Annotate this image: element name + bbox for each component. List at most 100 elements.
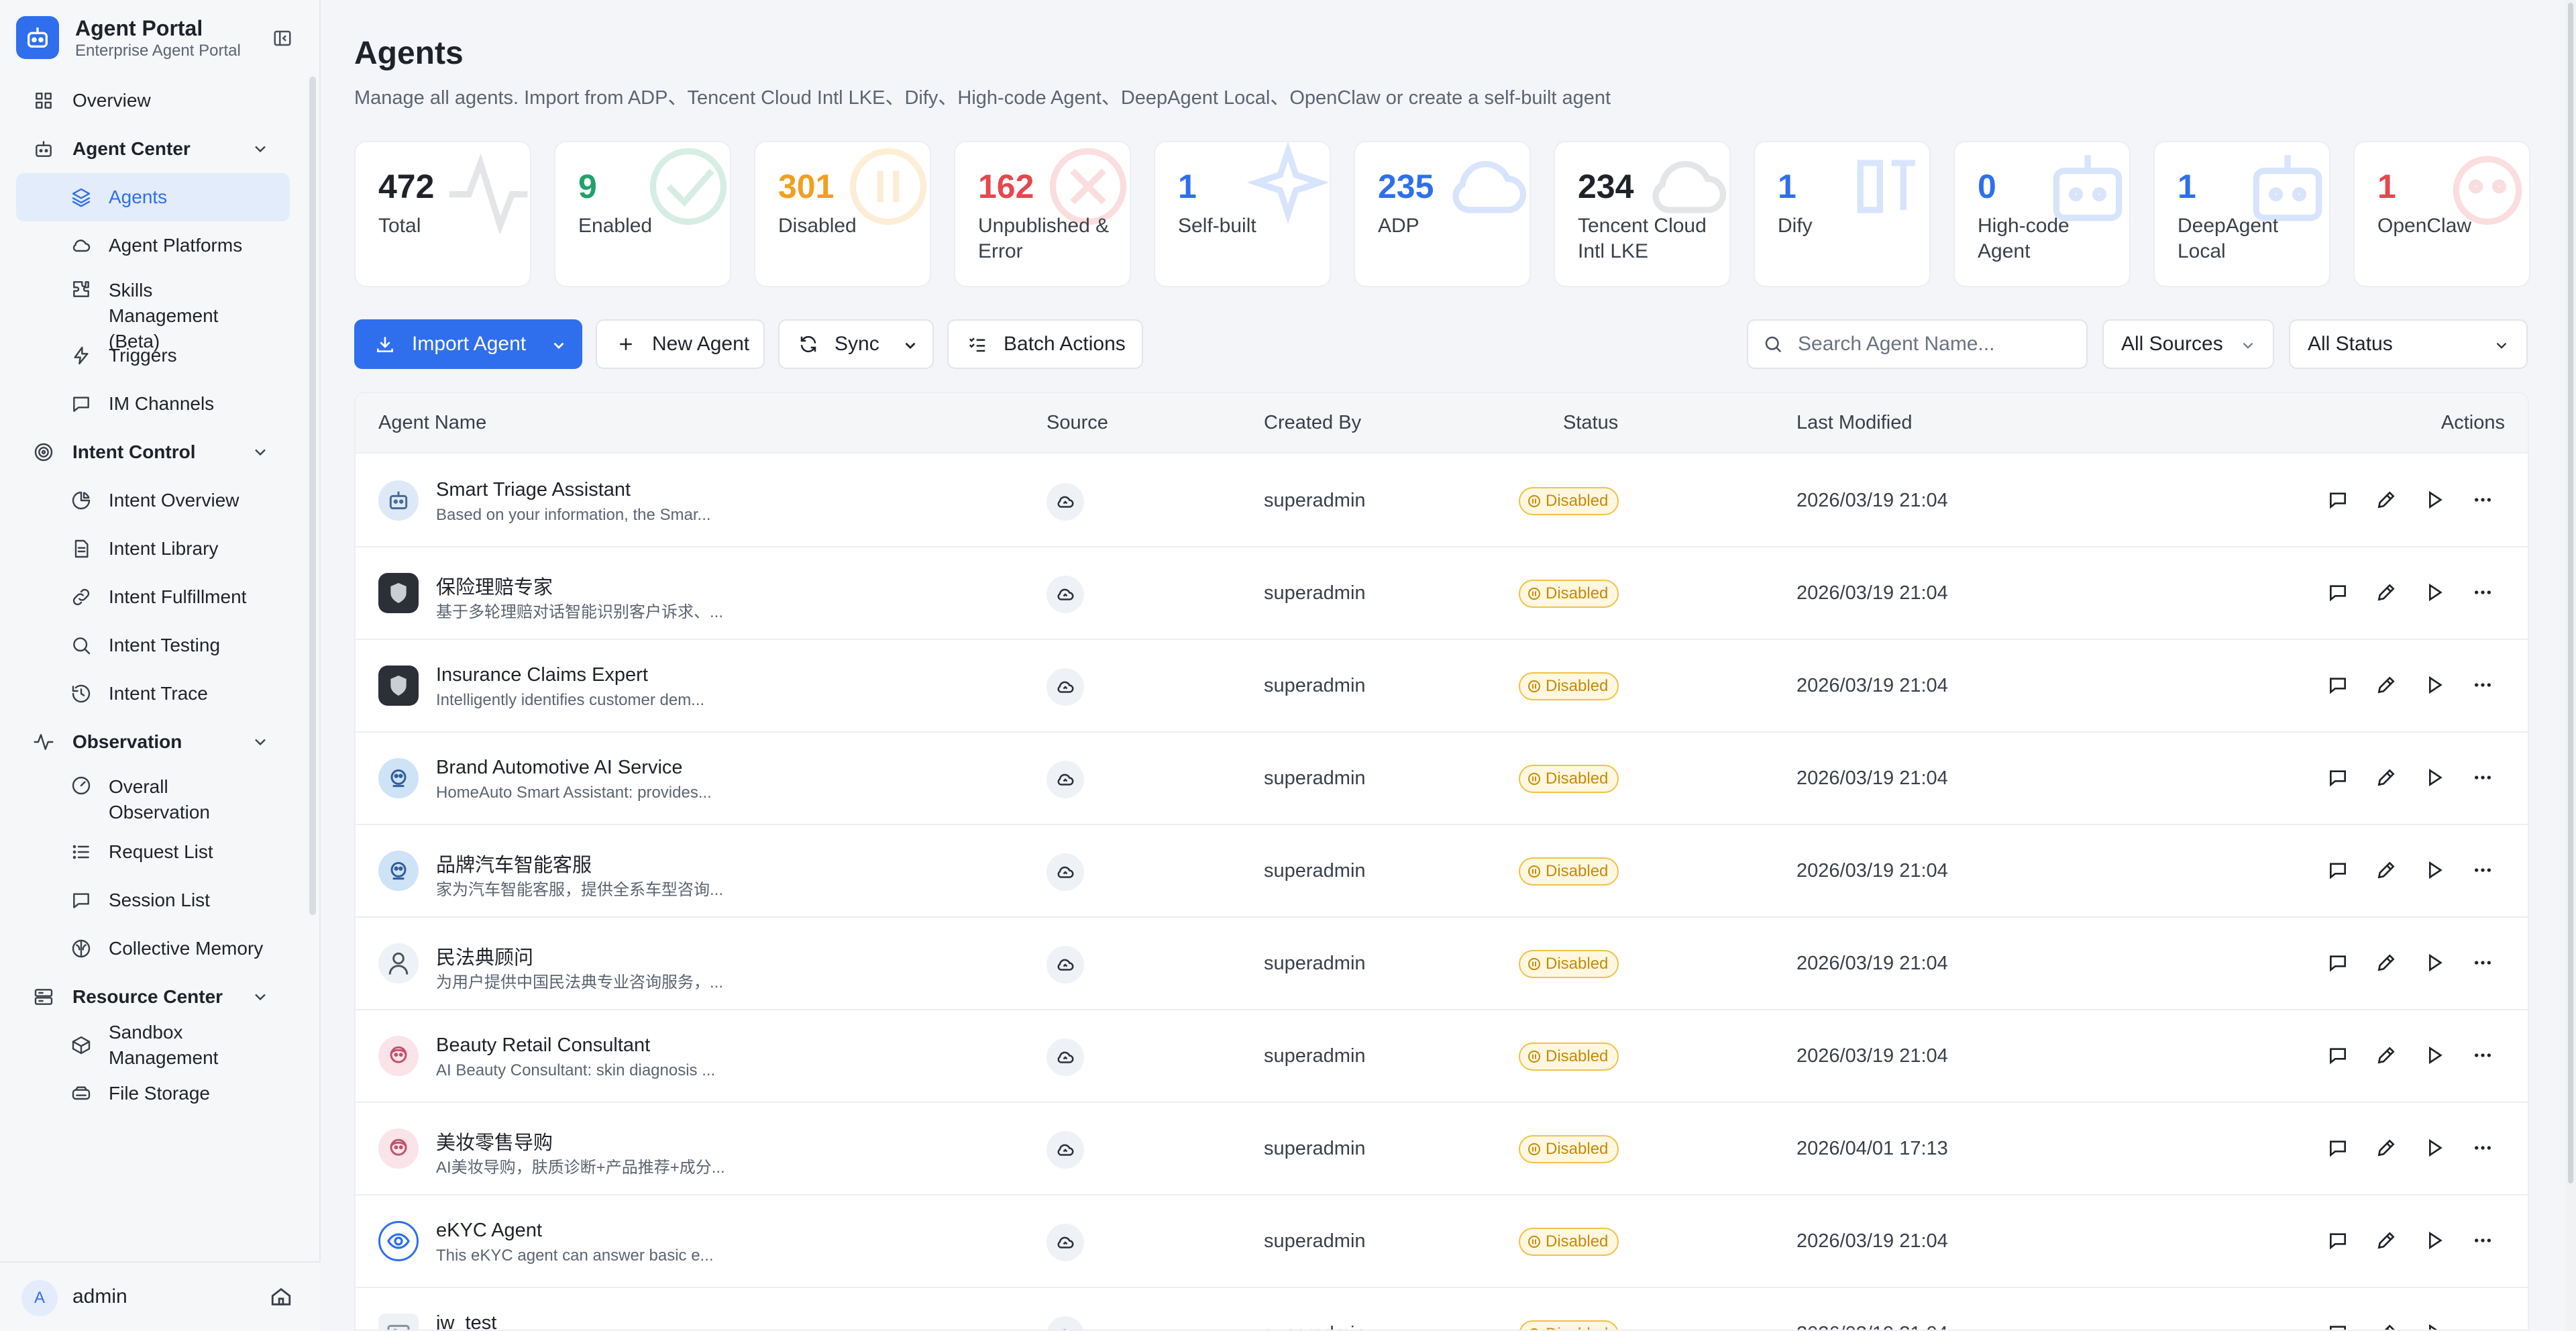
agent-name[interactable]: Brand Automotive AI Service [436,757,683,779]
sidebar-item-intent-trace[interactable]: Intent Trace [16,670,290,718]
chevron-down-icon[interactable] [251,140,270,163]
sidebar-item-collective-memory[interactable]: Collective Memory [16,924,290,973]
sidebar-item-im-channels[interactable]: IM Channels [16,380,290,428]
more-icon[interactable] [2471,1322,2494,1330]
column-header-source[interactable]: Source [1046,412,1108,434]
edit-icon[interactable] [2375,1136,2398,1159]
chat-icon[interactable] [2326,1044,2349,1067]
chat-icon[interactable] [2326,1136,2349,1159]
play-icon[interactable] [2423,1229,2446,1252]
sidebar-item-intent-overview[interactable]: Intent Overview [16,476,290,525]
more-icon[interactable] [2471,581,2494,604]
stat-card-dify[interactable]: 1 Dify [1754,141,1931,287]
table-row[interactable]: jw_test superadmin Disabled 2026/03/19 21:0… [356,1288,2528,1330]
more-icon[interactable] [2471,951,2494,974]
edit-icon[interactable] [2375,859,2398,882]
chat-icon[interactable] [2326,1322,2349,1330]
column-header-created-by[interactable]: Created By [1264,412,1361,434]
import-agent-button[interactable]: Import Agent [354,319,582,369]
table-row[interactable]: 美妆零售导购 AI美妆导购，肤质诊断+产品推荐+成分... superadmin Di… [356,1103,2528,1195]
sidebar-scrollbar[interactable] [309,76,316,915]
sidebar-item-request-list[interactable]: Request List [16,828,290,876]
chat-icon[interactable] [2326,488,2349,511]
table-row[interactable]: Insurance Claims Expert Intelligently ide… [356,640,2528,733]
play-icon[interactable] [2423,766,2446,789]
column-header-status[interactable]: Status [1563,412,1618,434]
column-header-last-modified[interactable]: Last Modified [1796,412,1913,434]
edit-icon[interactable] [2375,951,2398,974]
avatar[interactable]: A [21,1280,58,1316]
more-icon[interactable] [2471,766,2494,789]
sync-button[interactable]: Sync [778,319,934,369]
chevron-down-icon[interactable] [251,443,270,466]
play-icon[interactable] [2423,674,2446,696]
edit-icon[interactable] [2375,674,2398,696]
chevron-down-icon[interactable] [550,337,568,360]
edit-icon[interactable] [2375,488,2398,511]
sidebar-item-session-list[interactable]: Session List [16,876,290,924]
sidebar-item-agents[interactable]: Agents [16,173,290,221]
sidebar-item-agent-center[interactable]: Agent Center [16,125,290,173]
brand[interactable]: Agent Portal Enterprise Agent Portal [16,15,241,60]
agent-name[interactable]: jw_test [436,1312,496,1330]
table-row[interactable]: Brand Automotive AI Service HomeAuto Smar… [356,733,2528,825]
agent-name[interactable]: Insurance Claims Expert [436,664,648,686]
new-agent-button[interactable]: New Agent [596,319,765,369]
table-row[interactable]: eKYC Agent This eKYC agent can answer bas… [356,1195,2528,1288]
batch-actions-button[interactable]: Batch Actions [947,319,1143,369]
search-box[interactable] [1747,319,2088,369]
stat-card-self-built[interactable]: 1 Self-built [1154,141,1331,287]
collapse-sidebar-icon[interactable] [271,27,294,50]
stat-card-unpublished-error[interactable]: 162 Unpublished & Error [954,141,1131,287]
chat-icon[interactable] [2326,1229,2349,1252]
more-icon[interactable] [2471,1136,2494,1159]
more-icon[interactable] [2471,1044,2494,1067]
chat-icon[interactable] [2326,766,2349,789]
chevron-down-icon[interactable] [251,733,270,756]
agent-name[interactable]: 民法典顾问 [436,942,533,970]
sidebar-item-observation[interactable]: Observation [16,718,290,766]
play-icon[interactable] [2423,1322,2446,1330]
sidebar-item-skills-management-beta[interactable]: Skills Management (Beta) [16,270,290,352]
sidebar-item-overall-observation[interactable]: Overall Observation [16,766,290,828]
sidebar-item-sandbox-management[interactable]: Sandbox Management [16,1021,290,1069]
home-icon[interactable] [270,1285,292,1312]
play-icon[interactable] [2423,859,2446,882]
column-header-name[interactable]: Agent Name [378,412,486,434]
edit-icon[interactable] [2375,581,2398,604]
stat-card-high-code-agent[interactable]: 0 High-code Agent [1953,141,2131,287]
agent-name[interactable]: Beauty Retail Consultant [436,1034,650,1057]
sidebar-item-intent-control[interactable]: Intent Control [16,428,290,476]
agent-name[interactable]: eKYC Agent [436,1220,542,1242]
edit-icon[interactable] [2375,1044,2398,1067]
more-icon[interactable] [2471,488,2494,511]
sidebar-item-agent-platforms[interactable]: Agent Platforms [16,221,290,270]
table-row[interactable]: 民法典顾问 为用户提供中国民法典专业咨询服务，... superadmin Disab… [356,918,2528,1010]
chat-icon[interactable] [2326,859,2349,882]
chat-icon[interactable] [2326,581,2349,604]
source-filter-select[interactable]: All Sources [2102,319,2274,369]
table-row[interactable]: 品牌汽车智能客服 家为汽车智能客服，提供全系车型咨询... superadmin Di… [356,825,2528,918]
chevron-down-icon[interactable] [251,988,270,1011]
play-icon[interactable] [2423,1136,2446,1159]
table-row[interactable]: Beauty Retail Consultant AI Beauty Consul… [356,1010,2528,1103]
stat-card-enabled[interactable]: 9 Enabled [554,141,731,287]
search-input[interactable] [1798,333,2066,356]
stat-card-adp[interactable]: 235 ADP [1354,141,1531,287]
edit-icon[interactable] [2375,1229,2398,1252]
play-icon[interactable] [2423,488,2446,511]
agent-name[interactable]: 美妆零售导购 [436,1127,553,1155]
sidebar-item-overview[interactable]: Overview [16,76,290,125]
table-row[interactable]: Smart Triage Assistant Based on your info… [356,455,2528,547]
more-icon[interactable] [2471,1229,2494,1252]
edit-icon[interactable] [2375,766,2398,789]
play-icon[interactable] [2423,951,2446,974]
sidebar-item-file-storage[interactable]: File Storage [16,1069,290,1118]
agent-name[interactable]: Smart Triage Assistant [436,479,631,501]
more-icon[interactable] [2471,674,2494,696]
status-filter-select[interactable]: All Status [2289,319,2528,369]
sidebar-item-intent-library[interactable]: Intent Library [16,525,290,573]
table-row[interactable]: 保险理赔专家 基于多轮理赔对话智能识别客户诉求、... superadmin Disa… [356,547,2528,640]
stat-card-tencent-cloud-intl-lke[interactable]: 234 Tencent Cloud Intl LKE [1554,141,1731,287]
stat-card-disabled[interactable]: 301 Disabled [754,141,931,287]
